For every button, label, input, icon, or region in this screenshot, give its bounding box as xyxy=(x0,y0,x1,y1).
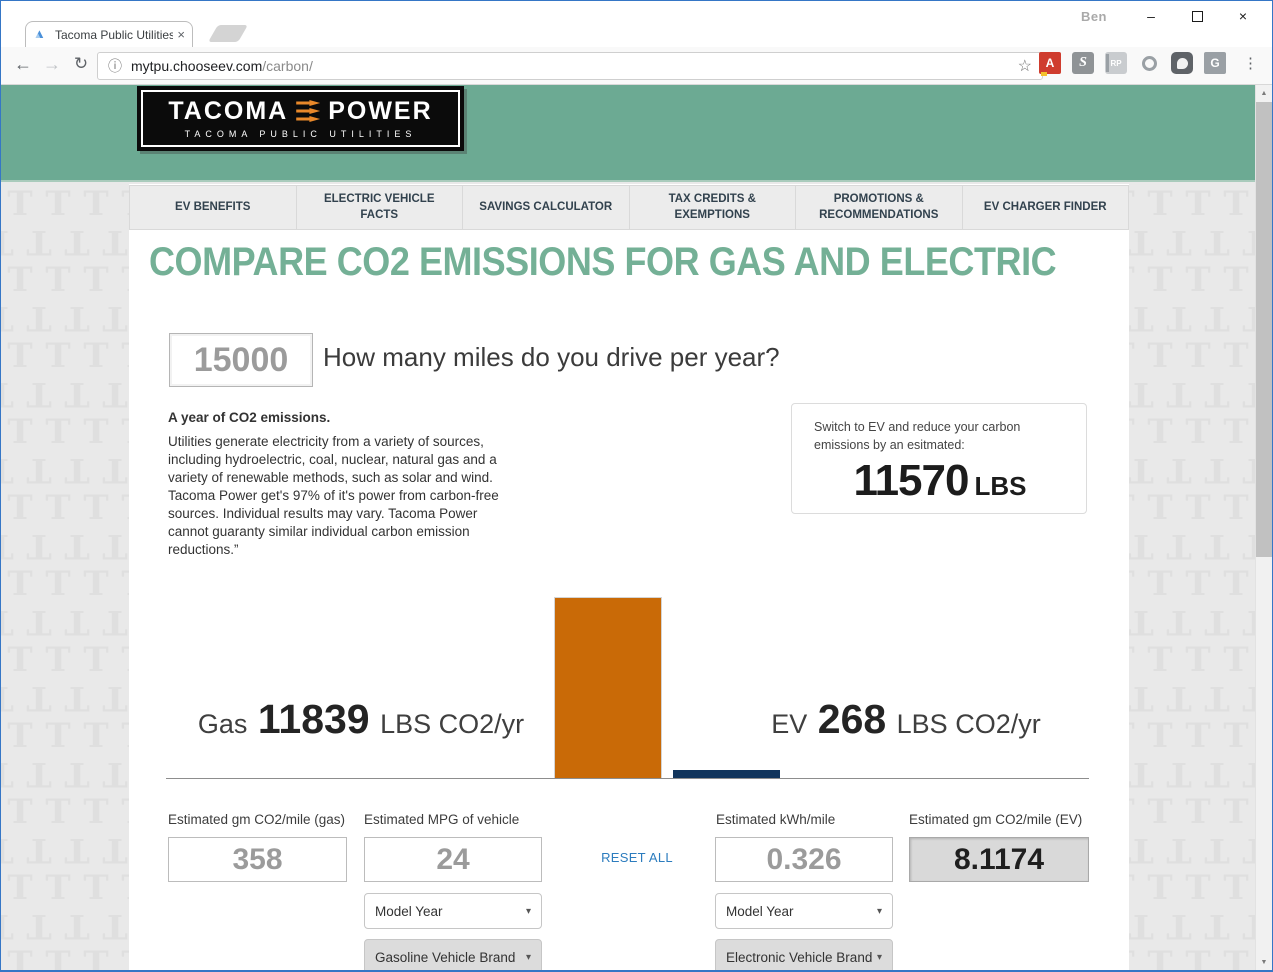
ev-model-year-dropdown[interactable]: Model Year ▾ xyxy=(715,893,893,929)
ev-co2-label: Estimated gm CO2/mile (EV) xyxy=(909,812,1082,827)
extension-rp-icon[interactable]: RP xyxy=(1105,52,1127,74)
browser-window: ▲ ▲ Tacoma Public Utilities - × Ben – × … xyxy=(0,0,1273,972)
ev-value: 268 xyxy=(818,696,886,742)
chevron-down-icon: ▾ xyxy=(877,952,882,963)
url-host: mytpu.chooseev.com xyxy=(131,58,262,74)
callout-unit: LBS xyxy=(974,471,1026,501)
scrollbar-thumb[interactable] xyxy=(1256,102,1272,557)
extension-g-icon[interactable]: G xyxy=(1204,52,1226,74)
gas-model-year-value: Model Year xyxy=(375,904,443,919)
browser-titlebar: ▲ ▲ Tacoma Public Utilities - × Ben – × xyxy=(1,1,1272,47)
close-button[interactable]: × xyxy=(1220,3,1266,29)
mpg-input[interactable] xyxy=(364,837,542,882)
site-favicon-icon: ▲ ▲ xyxy=(33,28,49,42)
ev-co2-output xyxy=(909,837,1089,882)
page-viewport: TTTTTTTTTTTTTTTTTTTTTTTTTTTTTTTTTTTTTTTT… xyxy=(1,85,1255,970)
nav-item-ev-benefits[interactable]: EV BENEFITS xyxy=(130,186,297,229)
extension-adblock-icon[interactable]: A xyxy=(1039,52,1061,74)
extensions-row: A S RP G ⋮ xyxy=(1039,52,1264,74)
nav-item-savings-calculator[interactable]: SAVINGS CALCULATOR xyxy=(463,186,630,229)
back-icon[interactable]: ← xyxy=(11,54,35,75)
reload-icon[interactable]: ↻ xyxy=(69,54,93,74)
ev-bar xyxy=(673,770,780,778)
chevron-down-icon: ▾ xyxy=(526,952,531,963)
savings-callout: Switch to EV and reduce your carbon emis… xyxy=(791,403,1087,514)
gas-co2-input[interactable] xyxy=(168,837,347,882)
page-content: EV BENEFITS ELECTRIC VEHICLE FACTS SAVIN… xyxy=(129,184,1129,970)
ev-unit: LBS CO2/yr xyxy=(897,709,1041,739)
browser-menu-icon[interactable]: ⋮ xyxy=(1237,54,1264,72)
gas-brand-dropdown[interactable]: Gasoline Vehicle Brand ▾ xyxy=(364,939,542,970)
callout-text: Switch to EV and reduce your carbon emis… xyxy=(814,419,1066,454)
scroll-up-icon[interactable]: ▲ xyxy=(1256,85,1272,101)
maximize-button[interactable] xyxy=(1174,3,1220,29)
scroll-down-icon[interactable]: ▼ xyxy=(1256,954,1272,970)
miles-question-label: How many miles do you drive per year? xyxy=(323,342,780,373)
logo-tacoma: TACOMA xyxy=(168,99,288,124)
gas-brand-value: Gasoline Vehicle Brand xyxy=(375,950,515,965)
browser-tab[interactable]: ▲ ▲ Tacoma Public Utilities - × xyxy=(25,21,193,47)
ev-brand-dropdown[interactable]: Electronic Vehicle Brand ▾ xyxy=(715,939,893,970)
power-zigzag-icon xyxy=(296,100,320,122)
kwh-input[interactable] xyxy=(715,837,893,882)
forward-icon[interactable]: → xyxy=(40,54,64,75)
nav-item-ev-charger-finder[interactable]: EV CHARGER FINDER xyxy=(963,186,1129,229)
logo-title: TACOMA POWER xyxy=(168,99,432,124)
tab-title: Tacoma Public Utilities - xyxy=(55,28,173,42)
callout-value-row: 11570LBS xyxy=(814,456,1066,506)
new-tab-button[interactable] xyxy=(208,25,248,42)
callout-value: 11570 xyxy=(854,456,969,505)
chevron-down-icon: ▾ xyxy=(526,906,531,917)
gas-word: Gas xyxy=(198,709,248,739)
scrollbar[interactable]: ▲ ▼ xyxy=(1255,85,1272,970)
page-area: TTTTTTTTTTTTTTTTTTTTTTTTTTTTTTTTTTTTTTTT… xyxy=(1,85,1272,970)
ev-model-year-value: Model Year xyxy=(726,904,794,919)
address-bar[interactable]: ⓘ mytpu.chooseev.com /carbon/ ☆ xyxy=(97,52,1043,80)
chevron-down-icon: ▾ xyxy=(877,906,882,917)
extension-s-icon[interactable]: S xyxy=(1072,52,1094,74)
nav-item-tax-credits[interactable]: TAX CREDITS & EXEMPTIONS xyxy=(630,186,797,229)
nav-item-promotions[interactable]: PROMOTIONS & RECOMMENDATIONS xyxy=(796,186,963,229)
gas-value: 11839 xyxy=(258,696,370,742)
ev-brand-value: Electronic Vehicle Brand xyxy=(726,950,872,965)
miles-per-year-input[interactable] xyxy=(169,333,313,387)
kwh-label: Estimated kWh/mile xyxy=(716,812,835,827)
extension-blob-icon[interactable] xyxy=(1171,52,1193,74)
reset-all-link[interactable]: RESET ALL xyxy=(577,850,697,865)
bookmark-star-icon[interactable]: ☆ xyxy=(1018,56,1032,76)
extension-ring-icon[interactable] xyxy=(1138,52,1160,74)
ev-result-label: EV 268 LBS CO2/yr xyxy=(721,696,1091,743)
tab-close-icon[interactable]: × xyxy=(177,27,185,42)
logo-power: POWER xyxy=(328,99,432,124)
gas-model-year-dropdown[interactable]: Model Year ▾ xyxy=(364,893,542,929)
mpg-label: Estimated MPG of vehicle xyxy=(364,812,519,827)
gas-co2-label: Estimated gm CO2/mile (gas) xyxy=(168,812,345,827)
url-path: /carbon/ xyxy=(262,58,313,74)
page-title: COMPARE CO2 EMISSIONS FOR GAS AND ELECTR… xyxy=(149,240,1056,285)
gas-bar xyxy=(554,597,662,778)
maximize-icon xyxy=(1192,11,1203,22)
info-heading: A year of CO2 emissions. xyxy=(168,410,330,425)
tacoma-power-logo: TACOMA POWER TACOMA PUBLIC UTILITIES xyxy=(137,86,464,151)
minimize-button[interactable]: – xyxy=(1128,3,1174,29)
gas-result-label: Gas 11839 LBS CO2/yr xyxy=(176,696,546,743)
gas-unit: LBS CO2/yr xyxy=(380,709,524,739)
chart-baseline xyxy=(166,778,1089,779)
page-info-icon[interactable]: ⓘ xyxy=(108,56,122,76)
info-body: Utilities generate electricity from a va… xyxy=(168,433,520,560)
nav-item-electric-vehicle-facts[interactable]: ELECTRIC VEHICLE FACTS xyxy=(297,186,464,229)
ev-word: EV xyxy=(771,709,807,739)
profile-name: Ben xyxy=(1081,9,1107,24)
window-controls: – × xyxy=(1128,3,1266,29)
browser-toolbar: ← → ↻ ⓘ mytpu.chooseev.com /carbon/ ☆ A … xyxy=(1,47,1272,85)
site-nav: EV BENEFITS ELECTRIC VEHICLE FACTS SAVIN… xyxy=(129,185,1129,230)
logo-subtitle: TACOMA PUBLIC UTILITIES xyxy=(185,129,417,139)
